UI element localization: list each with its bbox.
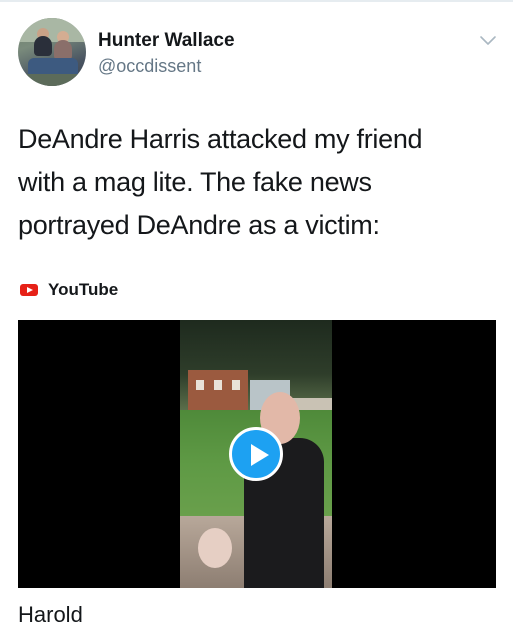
avatar[interactable]: [18, 18, 86, 86]
video-title[interactable]: Harold: [18, 602, 83, 628]
youtube-icon: [20, 284, 38, 296]
tweet-text: DeAndre Harris attacked my friend with a…: [18, 118, 498, 247]
author-name[interactable]: Hunter Wallace: [98, 30, 235, 52]
tweet-view: Hunter Wallace @occdissent DeAndre Harri…: [0, 0, 513, 640]
video-player[interactable]: [18, 320, 496, 588]
card-source-label: YouTube: [48, 280, 119, 299]
tweet-text-line: portrayed DeAndre as a victim:: [18, 210, 380, 240]
card-source[interactable]: YouTube: [20, 280, 118, 300]
play-icon[interactable]: [229, 427, 283, 481]
author-handle[interactable]: @occdissent: [98, 56, 201, 77]
top-divider: [0, 0, 513, 2]
tweet-text-line: with a mag lite. The fake news: [18, 167, 372, 197]
chevron-down-icon[interactable]: [479, 34, 497, 48]
tweet-text-line: DeAndre Harris attacked my friend: [18, 124, 423, 154]
